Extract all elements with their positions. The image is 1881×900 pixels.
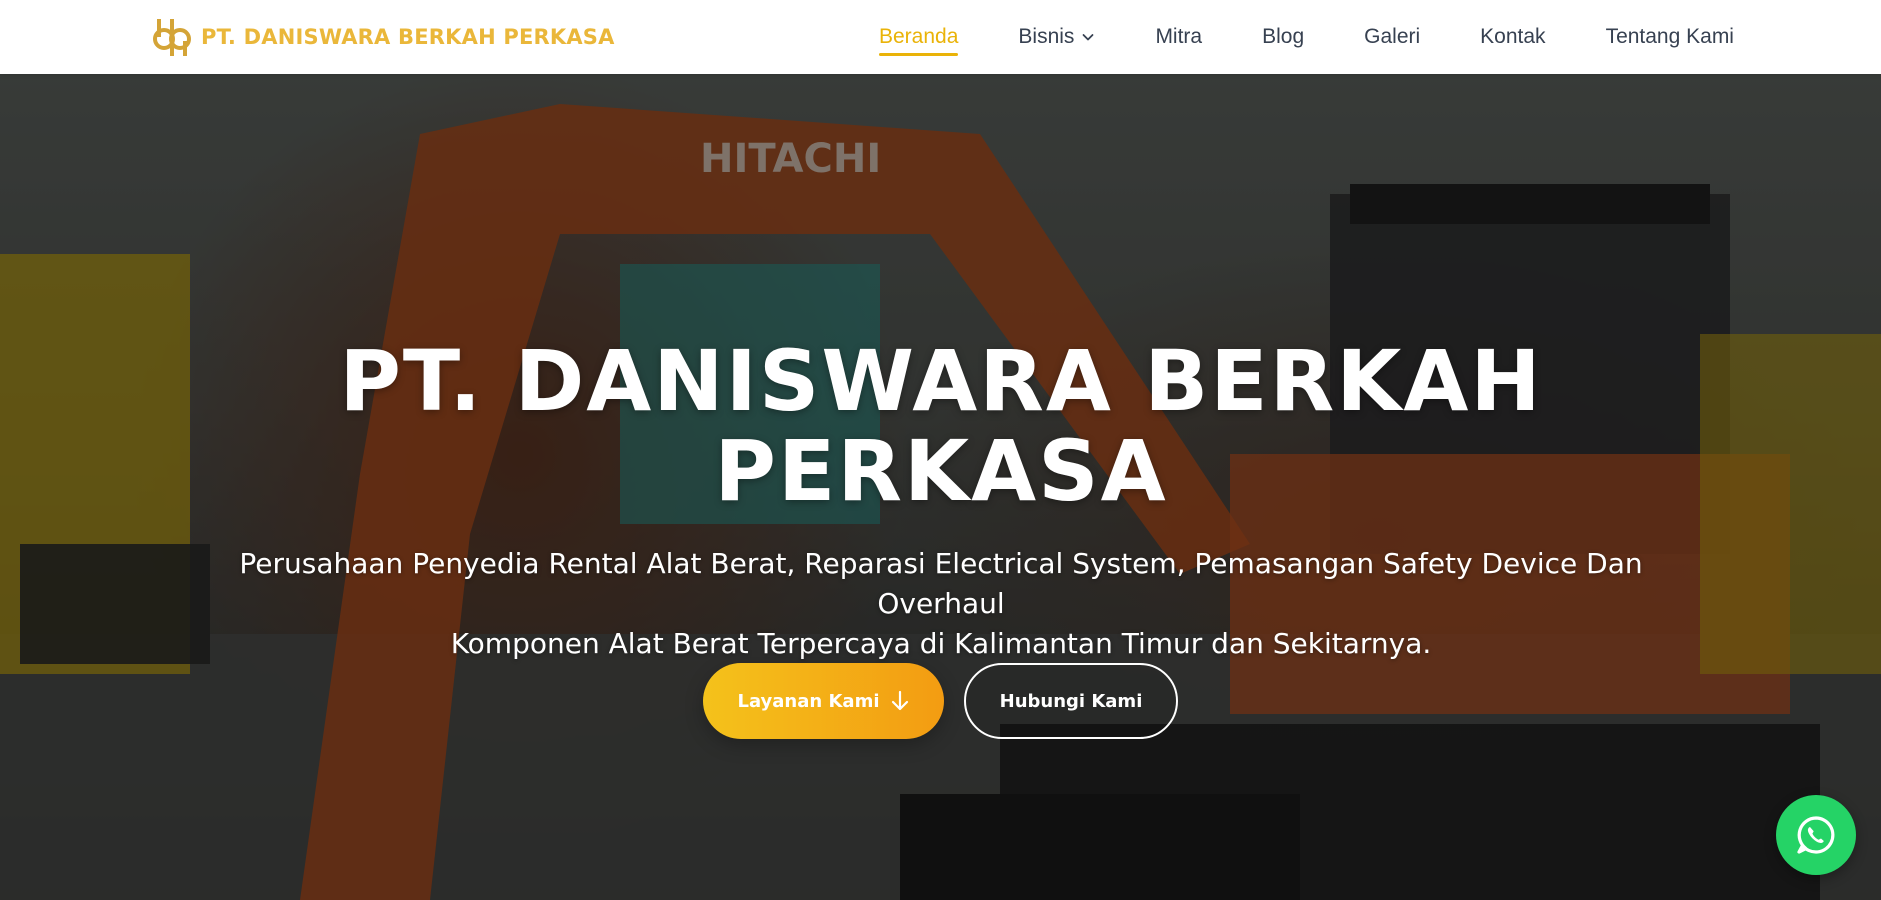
hero-title-line-2: PERKASA: [714, 422, 1168, 520]
hubungi-kami-button[interactable]: Hubungi Kami: [964, 663, 1178, 739]
hero-subtitle-line-2: Komponen Alat Berat Terpercaya di Kalima…: [450, 627, 1432, 660]
hero-subtitle-line-1: Perusahaan Penyedia Rental Alat Berat, R…: [239, 547, 1643, 620]
layanan-kami-label: Layanan Kami: [737, 690, 880, 712]
whatsapp-button[interactable]: [1776, 795, 1856, 875]
layanan-kami-button[interactable]: Layanan Kami: [703, 663, 944, 739]
hero-section: HITACHI PT. DANISWARA BERKAH PERKASA Per…: [0, 74, 1881, 900]
nav-item-kontak[interactable]: Kontak: [1480, 25, 1545, 49]
nav-item-bisnis-label: Bisnis: [1018, 25, 1075, 48]
nav-item-beranda[interactable]: Beranda: [879, 25, 959, 56]
hero-buttons: Layanan Kami Hubungi Kami: [703, 663, 1178, 739]
hero-title-line-1: PT. DANISWARA BERKAH: [339, 332, 1543, 430]
brand-name: PT. DANISWARA BERKAH PERKASA: [201, 25, 615, 49]
nav-item-galeri[interactable]: Galeri: [1364, 25, 1420, 49]
chevron-down-icon: [1083, 34, 1094, 41]
whatsapp-icon: [1797, 816, 1835, 854]
hero-subtitle: Perusahaan Penyedia Rental Alat Berat, R…: [200, 544, 1682, 664]
nav-item-bisnis[interactable]: Bisnis: [1018, 25, 1095, 49]
main-nav: Beranda Bisnis Mitra Blog Galeri Kontak …: [879, 0, 1734, 74]
navbar: PT. DANISWARA BERKAH PERKASA Beranda Bis…: [0, 0, 1881, 74]
brand-logo-icon: [153, 19, 191, 56]
hero-title: PT. DANISWARA BERKAH PERKASA: [290, 336, 1592, 516]
brand-link[interactable]: PT. DANISWARA BERKAH PERKASA: [151, 0, 615, 74]
nav-item-tentang-kami[interactable]: Tentang Kami: [1606, 25, 1734, 49]
nav-item-mitra[interactable]: Mitra: [1155, 25, 1202, 49]
nav-item-blog[interactable]: Blog: [1262, 25, 1304, 49]
arrow-down-icon: [891, 690, 908, 711]
